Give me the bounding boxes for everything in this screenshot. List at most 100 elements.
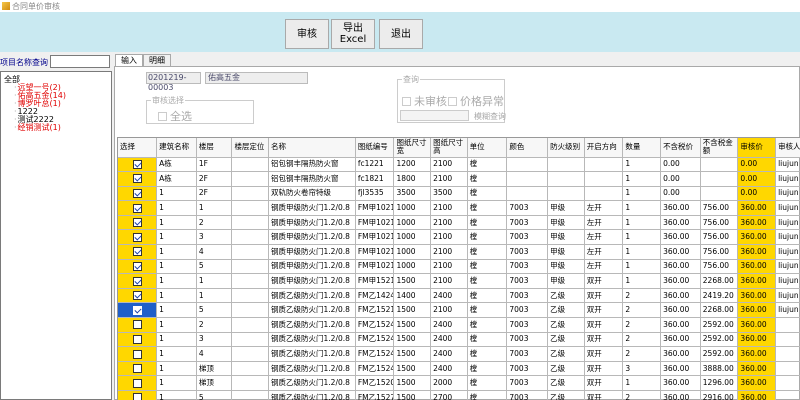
cell-13[interactable]: 756.00 bbox=[700, 244, 739, 260]
cell-14[interactable]: 360.00 bbox=[737, 229, 777, 246]
cell-10[interactable]: 左开 bbox=[584, 244, 624, 260]
cell-4[interactable]: FM乙1524 bbox=[355, 332, 395, 348]
cell-3[interactable]: 钢质乙级防火门1.2/0.8 bbox=[268, 361, 356, 377]
cell-12[interactable]: 360.00 bbox=[660, 273, 701, 289]
cell-11[interactable]: 1 bbox=[622, 215, 662, 231]
cell-8[interactable]: 7003 bbox=[506, 288, 549, 304]
column-header[interactable]: 防火级别 bbox=[547, 138, 585, 158]
cell-13[interactable]: 2592.00 bbox=[700, 332, 739, 348]
cell-1[interactable]: 梯顶 bbox=[196, 361, 233, 377]
select-all-checkbox[interactable]: 全选 bbox=[158, 108, 192, 124]
row-checkbox[interactable] bbox=[132, 334, 142, 344]
cell-13[interactable]: 1296.00 bbox=[700, 375, 739, 391]
cell-11[interactable]: 1 bbox=[622, 229, 662, 246]
cell-12[interactable]: 0.00 bbox=[660, 171, 701, 187]
cell-9[interactable]: 甲级 bbox=[547, 244, 585, 260]
cell-10[interactable]: 双开 bbox=[584, 361, 624, 377]
cell-10[interactable]: 左开 bbox=[584, 259, 624, 275]
cell-10[interactable]: 双开 bbox=[584, 302, 624, 319]
cell-7[interactable]: 樘 bbox=[467, 317, 508, 333]
cell-2[interactable] bbox=[231, 259, 270, 275]
column-header[interactable]: 选择 bbox=[118, 138, 158, 158]
export-excel-button[interactable]: 导出 Excel bbox=[331, 19, 375, 49]
cell-12[interactable]: 360.00 bbox=[660, 229, 701, 246]
table-row[interactable]: A栋 1F 铝包钢丰隔热防火窗 fc1221 1200 2100 樘 1 0.00 0.00 liu… bbox=[118, 157, 800, 173]
cell-11[interactable]: 1 bbox=[622, 171, 662, 187]
cell-10[interactable]: 双开 bbox=[584, 346, 624, 362]
cell-15[interactable]: liujun bbox=[775, 244, 800, 260]
cell-4[interactable]: FM甲1521 bbox=[355, 273, 395, 289]
cell-4[interactable]: FM甲1021 bbox=[355, 244, 395, 260]
cell-8[interactable] bbox=[506, 171, 549, 187]
cell-15[interactable]: liujun bbox=[775, 215, 800, 231]
cell-11[interactable]: 1 bbox=[622, 200, 662, 216]
cell-8[interactable] bbox=[506, 186, 549, 202]
cell-14[interactable]: 360.00 bbox=[737, 317, 777, 333]
cell-0[interactable]: 1 bbox=[156, 259, 197, 275]
cell-3[interactable]: 铝包钢丰隔热防火窗 bbox=[268, 171, 356, 187]
column-header[interactable]: 建筑名称 bbox=[156, 138, 197, 158]
cell-5[interactable]: 1500 bbox=[393, 346, 432, 362]
cell-15[interactable]: liujun bbox=[775, 288, 800, 304]
cell-14[interactable]: 0.00 bbox=[737, 157, 777, 173]
cell-9[interactable] bbox=[547, 186, 585, 202]
cell-3[interactable]: 钢质甲级防火门1.2/0.8 bbox=[268, 244, 356, 260]
cell-0[interactable]: 1 bbox=[156, 302, 197, 319]
cell-0[interactable]: A栋 bbox=[156, 157, 197, 173]
cell-7[interactable]: 樘 bbox=[467, 361, 508, 377]
cell-14[interactable]: 360.00 bbox=[737, 361, 777, 377]
cell-10[interactable] bbox=[584, 157, 624, 173]
price-abnormal-box[interactable] bbox=[448, 96, 457, 106]
column-header[interactable]: 楼层 bbox=[196, 138, 233, 158]
column-header[interactable]: 不含税金额 bbox=[700, 138, 739, 158]
cell-6[interactable]: 2000 bbox=[430, 375, 468, 391]
column-header[interactable]: 名称 bbox=[268, 138, 356, 158]
cell-0[interactable]: 1 bbox=[156, 186, 197, 202]
cell-5[interactable]: 1000 bbox=[393, 229, 432, 246]
cell-0[interactable]: 1 bbox=[156, 288, 197, 304]
cell-2[interactable] bbox=[231, 375, 270, 391]
cell-2[interactable] bbox=[231, 390, 270, 400]
cell-7[interactable]: 樘 bbox=[467, 375, 508, 391]
select-all-box[interactable] bbox=[158, 111, 167, 121]
select-cell[interactable] bbox=[118, 375, 158, 391]
cell-3[interactable]: 钢质甲级防火门1.2/0.8 bbox=[268, 229, 356, 246]
cell-6[interactable]: 2100 bbox=[430, 273, 468, 289]
cell-6[interactable]: 2100 bbox=[430, 259, 468, 275]
cell-6[interactable]: 2400 bbox=[430, 361, 468, 377]
cell-6[interactable]: 2100 bbox=[430, 302, 468, 319]
cell-2[interactable] bbox=[231, 273, 270, 289]
cell-5[interactable]: 1500 bbox=[393, 273, 432, 289]
row-checkbox[interactable] bbox=[132, 320, 142, 330]
cell-15[interactable] bbox=[775, 375, 800, 391]
cell-2[interactable] bbox=[231, 215, 270, 231]
cell-8[interactable]: 7003 bbox=[506, 346, 549, 362]
cell-8[interactable]: 7003 bbox=[506, 375, 549, 391]
cell-8[interactable]: 7003 bbox=[506, 229, 549, 246]
cell-0[interactable]: 1 bbox=[156, 346, 197, 362]
project-query-input[interactable] bbox=[50, 55, 110, 68]
cell-13[interactable]: 756.00 bbox=[700, 215, 739, 231]
cell-12[interactable]: 360.00 bbox=[660, 361, 701, 377]
column-header[interactable]: 不含税价 bbox=[660, 138, 701, 158]
cell-5[interactable]: 1500 bbox=[393, 317, 432, 333]
select-cell[interactable] bbox=[118, 186, 158, 202]
cell-3[interactable]: 钢质乙级防火门1.2/0.8 bbox=[268, 375, 356, 391]
cell-15[interactable] bbox=[775, 346, 800, 362]
cell-1[interactable]: 3 bbox=[196, 332, 233, 348]
cell-9[interactable]: 甲级 bbox=[547, 259, 585, 275]
cell-9[interactable]: 乙级 bbox=[547, 302, 585, 319]
cell-14[interactable]: 360.00 bbox=[737, 346, 777, 362]
cell-7[interactable]: 樘 bbox=[467, 302, 508, 319]
cell-5[interactable]: 3500 bbox=[393, 186, 432, 202]
cell-6[interactable]: 2100 bbox=[430, 171, 468, 187]
cell-2[interactable] bbox=[231, 288, 270, 304]
cell-5[interactable]: 1500 bbox=[393, 375, 432, 391]
row-checkbox[interactable] bbox=[132, 159, 142, 169]
cell-9[interactable] bbox=[547, 171, 585, 187]
cell-13[interactable]: 2268.00 bbox=[700, 273, 739, 289]
cell-10[interactable]: 双开 bbox=[584, 375, 624, 391]
cell-9[interactable]: 甲级 bbox=[547, 273, 585, 289]
cell-2[interactable] bbox=[231, 302, 270, 319]
cell-11[interactable]: 2 bbox=[622, 390, 662, 400]
